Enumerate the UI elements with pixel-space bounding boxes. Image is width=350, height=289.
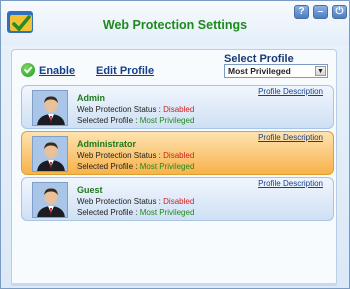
profile-card-admin[interactable]: Admin Web Protection Status : Disabled S…	[21, 85, 334, 129]
selected-profile-value: Most Privileged	[139, 208, 195, 217]
selected-profile-value: Most Privileged	[139, 162, 195, 171]
select-profile-value: Most Privileged	[228, 66, 291, 76]
selected-profile-line: Selected Profile : Most Privileged	[77, 116, 194, 125]
profile-card-administrator[interactable]: Administrator Web Protection Status : Di…	[21, 131, 334, 175]
user-avatar-icon	[32, 136, 68, 172]
selected-profile-label: Selected Profile :	[77, 116, 138, 125]
power-icon: ⏻	[335, 6, 344, 17]
protection-status-line: Web Protection Status : Disabled	[77, 151, 194, 160]
window-title: Web Protection Settings	[102, 18, 248, 32]
app-window: Web Protection Settings ? – ⏻ Enable Edi…	[0, 0, 350, 289]
protection-status-line: Web Protection Status : Disabled	[77, 197, 194, 206]
protection-status-value: Disabled	[163, 105, 195, 114]
close-button[interactable]: ⏻	[332, 5, 347, 19]
profile-description-link[interactable]: Profile Description	[258, 179, 323, 188]
selected-profile-value: Most Privileged	[139, 116, 195, 125]
enable-link[interactable]: Enable	[39, 65, 75, 77]
user-avatar-icon	[32, 182, 68, 218]
chevron-down-icon[interactable]: ▼	[315, 66, 326, 76]
help-button[interactable]: ?	[294, 5, 309, 19]
profile-name: Guest	[77, 185, 103, 195]
protection-status-label: Web Protection Status :	[77, 151, 161, 160]
profile-name: Administrator	[77, 139, 137, 149]
user-avatar-icon	[32, 90, 68, 126]
selected-profile-line: Selected Profile : Most Privileged	[77, 162, 194, 171]
edit-profile-link[interactable]: Edit Profile	[96, 65, 154, 77]
selected-profile-line: Selected Profile : Most Privileged	[77, 208, 194, 217]
protection-status-value: Disabled	[163, 197, 195, 206]
enable-check-icon[interactable]	[21, 63, 35, 77]
header-bar: Web Protection Settings ? – ⏻	[1, 1, 349, 45]
profile-description-link[interactable]: Profile Description	[258, 87, 323, 96]
protection-status-label: Web Protection Status :	[77, 197, 161, 206]
minimize-icon: –	[317, 6, 324, 17]
profile-name: Admin	[77, 93, 105, 103]
selected-profile-label: Selected Profile :	[77, 162, 138, 171]
bottom-divider	[11, 283, 337, 286]
minimize-button[interactable]: –	[313, 5, 328, 19]
help-icon: ?	[298, 6, 305, 17]
protection-status-line: Web Protection Status : Disabled	[77, 105, 194, 114]
select-profile-dropdown[interactable]: Most Privileged ▼	[224, 64, 328, 78]
selected-profile-label: Selected Profile :	[77, 208, 138, 217]
protection-status-label: Web Protection Status :	[77, 105, 161, 114]
profile-card-guest[interactable]: Guest Web Protection Status : Disabled S…	[21, 177, 334, 221]
profile-description-link[interactable]: Profile Description	[258, 133, 323, 142]
protection-status-value: Disabled	[163, 151, 195, 160]
